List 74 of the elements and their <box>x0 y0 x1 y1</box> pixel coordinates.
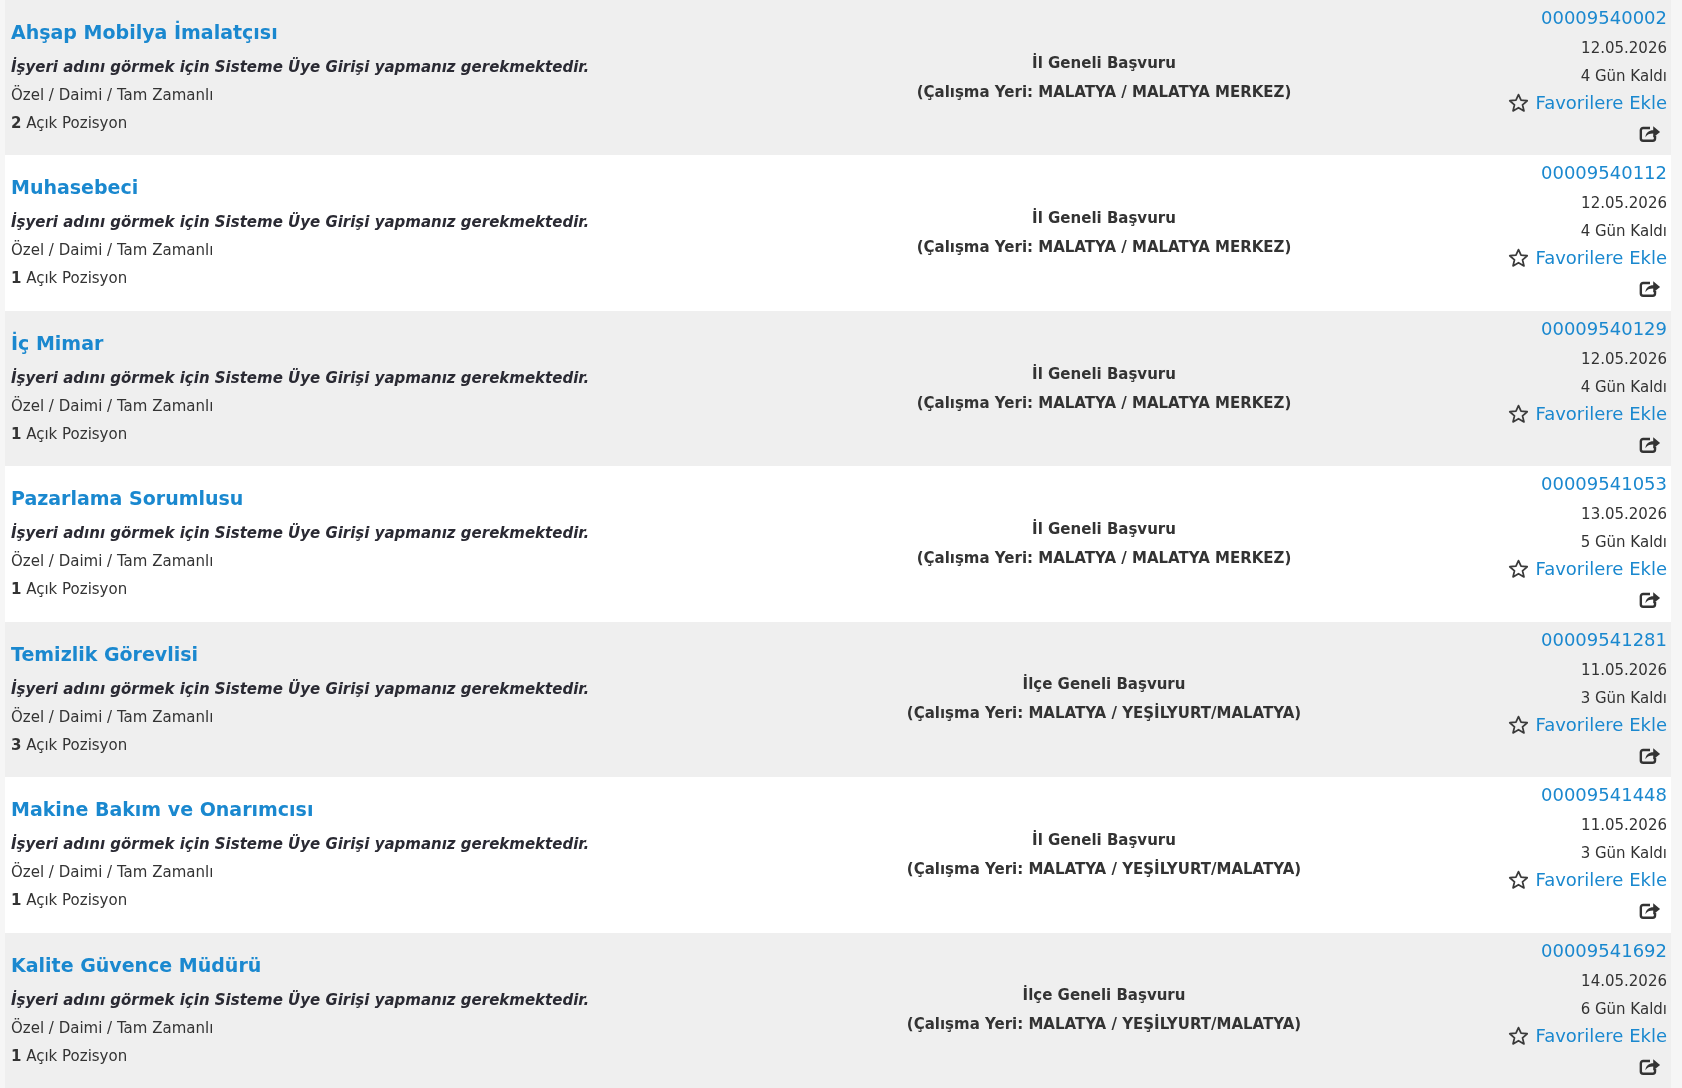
listing-number-link[interactable]: 00009540129 <box>1541 316 1667 341</box>
share-icon[interactable] <box>1639 123 1661 143</box>
deadline-date: 12.05.2026 <box>1581 193 1667 215</box>
job-title-link[interactable]: Ahşap Mobilya İmalatçısı <box>11 20 278 44</box>
employment-type: Özel / Daimi / Tam Zamanlı <box>11 706 214 728</box>
listing-number-link[interactable]: 00009540002 <box>1541 6 1667 30</box>
work-location: (Çalışma Yeri: MALATYA / MALATYA MERKEZ) <box>916 547 1292 569</box>
days-left: 5 Gün Kaldı <box>1580 532 1667 554</box>
deadline-date: 14.05.2026 <box>1581 970 1667 992</box>
add-to-favorites-link[interactable]: Favorilere Ekle <box>1508 244 1667 273</box>
application-scope: İlçe Geneli Başvuru <box>1022 673 1186 696</box>
deadline-date: 13.05.2026 <box>1581 504 1667 526</box>
job-title-link[interactable]: Makine Bakım ve Onarımcısı <box>11 797 314 822</box>
add-to-favorites-link[interactable]: Favorilere Ekle <box>1508 399 1667 428</box>
application-scope: İl Geneli Başvuru <box>1032 207 1176 230</box>
employer-notice: İşyeri adını görmek için Sisteme Üye Girişi yapmanız gerekmektedir. <box>11 367 590 389</box>
share-icon[interactable] <box>1639 278 1661 299</box>
work-location: (Çalışma Yeri: MALATYA / YEŞİLYURT/MALATYA) <box>906 702 1302 725</box>
days-left: 4 Gün Kaldı <box>1580 376 1667 398</box>
open-positions: 1 Açık Pozisyon <box>11 579 128 601</box>
listing-number-link[interactable]: 00009541053 <box>1541 472 1667 497</box>
application-scope: İl Geneli Başvuru <box>1032 52 1176 74</box>
open-positions: 2 Açık Pozisyon <box>11 113 128 134</box>
listing-number-link[interactable]: 00009541448 <box>1541 783 1667 808</box>
add-to-favorites-link[interactable]: Favorilere Ekle <box>1508 866 1667 895</box>
work-location: (Çalışma Yeri: MALATYA / MALATYA MERKEZ) <box>916 392 1292 414</box>
add-to-favorites-link[interactable]: Favorilere Ekle <box>1508 89 1667 117</box>
employment-type: Özel / Daimi / Tam Zamanlı <box>11 550 214 573</box>
deadline-date: 12.05.2026 <box>1581 38 1667 59</box>
add-to-favorites-link[interactable]: Favorilere Ekle <box>1508 1021 1667 1050</box>
deadline-date: 12.05.2026 <box>1581 348 1667 370</box>
employer-notice: İşyeri adını görmek için Sisteme Üye Girişi yapmanız gerekmektedir. <box>11 522 590 545</box>
days-left: 6 Gün Kaldı <box>1580 998 1667 1020</box>
employer-notice: İşyeri adını görmek için Sisteme Üye Girişi yapmanız gerekmektedir. <box>11 989 590 1011</box>
job-title-link[interactable]: Temizlik Görevlisi <box>11 641 199 666</box>
deadline-date: 11.05.2026 <box>1581 815 1667 837</box>
employment-type: Özel / Daimi / Tam Zamanlı <box>11 861 214 884</box>
employer-notice: İşyeri adını görmek için Sisteme Üye Girişi yapmanız gerekmektedir. <box>11 678 590 700</box>
deadline-date: 11.05.2026 <box>1581 659 1667 681</box>
days-left: 4 Gün Kaldı <box>1580 66 1667 87</box>
days-left: 3 Gün Kaldı <box>1580 687 1667 709</box>
job-title-link[interactable]: Muhasebeci <box>11 175 139 200</box>
work-location: (Çalışma Yeri: MALATYA / YEŞİLYURT/MALATYA) <box>906 858 1302 880</box>
listing-number-link[interactable]: 00009541692 <box>1541 938 1667 963</box>
employment-type: Özel / Daimi / Tam Zamanlı <box>11 239 214 262</box>
work-location: (Çalışma Yeri: MALATYA / YEŞİLYURT/MALATYA) <box>906 1013 1302 1036</box>
employer-notice: İşyeri adını görmek için Sisteme Üye Girişi yapmanız gerekmektedir. <box>11 211 590 234</box>
application-scope: İl Geneli Başvuru <box>1032 518 1176 540</box>
job-title-link[interactable]: Kalite Güvence Müdürü <box>11 952 262 977</box>
days-left: 4 Gün Kaldı <box>1580 221 1667 243</box>
listing-number-link[interactable]: 00009541281 <box>1541 627 1667 652</box>
listing-number-link[interactable]: 00009540112 <box>1541 161 1667 186</box>
employment-type: Özel / Daimi / Tam Zamanlı <box>11 395 214 417</box>
add-to-favorites-link[interactable]: Favorilere Ekle <box>1508 555 1667 584</box>
open-positions: 1 Açık Pozisyon <box>11 423 128 445</box>
open-positions: 1 Açık Pozisyon <box>11 268 128 290</box>
share-icon[interactable] <box>1639 589 1661 610</box>
application-scope: İlçe Geneli Başvuru <box>1022 984 1186 1007</box>
job-title-link[interactable]: Pazarlama Sorumlusu <box>11 486 244 511</box>
application-scope: İl Geneli Başvuru <box>1032 829 1176 851</box>
application-scope: İl Geneli Başvuru <box>1032 363 1176 385</box>
add-to-favorites-link[interactable]: Favorilere Ekle <box>1508 710 1667 739</box>
employer-notice: İşyeri adını görmek için Sisteme Üye Girişi yapmanız gerekmektedir. <box>11 833 590 856</box>
job-title-link[interactable]: İç Mimar <box>11 330 104 355</box>
employer-notice: İşyeri adını görmek için Sisteme Üye Girişi yapmanız gerekmektedir. <box>11 56 590 78</box>
employment-type: Özel / Daimi / Tam Zamanlı <box>11 84 214 106</box>
share-icon[interactable] <box>1639 900 1661 921</box>
open-positions: 1 Açık Pozisyon <box>11 890 128 912</box>
open-positions: 3 Açık Pozisyon <box>11 734 128 756</box>
work-location: (Çalışma Yeri: MALATYA / MALATYA MERKEZ) <box>916 81 1292 103</box>
work-location: (Çalışma Yeri: MALATYA / MALATYA MERKEZ) <box>916 237 1292 259</box>
days-left: 3 Gün Kaldı <box>1580 843 1667 865</box>
open-positions: 1 Açık Pozisyon <box>11 1045 128 1067</box>
employment-type: Özel / Daimi / Tam Zamanlı <box>11 1017 214 1039</box>
